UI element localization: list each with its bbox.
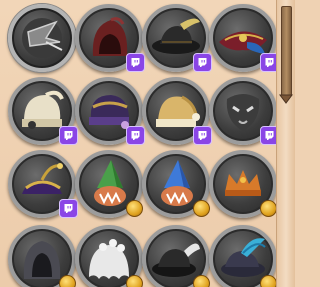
- twitch-logo-icon: [265, 131, 274, 140]
- twitch-logo-icon: [265, 58, 274, 67]
- hat-item[interactable]: [209, 150, 276, 218]
- twitch-badge-icon: [193, 126, 212, 145]
- hat-item[interactable]: [8, 77, 78, 145]
- twitch-logo-icon: [198, 131, 207, 140]
- twitch-badge-icon: [260, 126, 276, 145]
- twitch-logo-icon: [131, 58, 140, 67]
- ninja-mask-hat-icon: [22, 18, 63, 58]
- hat-item[interactable]: [142, 4, 212, 72]
- hat-item[interactable]: [142, 77, 212, 145]
- hat-item[interactable]: [209, 225, 276, 287]
- coin-badge-icon: [260, 275, 276, 287]
- hat-item[interactable]: [209, 4, 276, 72]
- twitch-logo-icon: [131, 131, 140, 140]
- coin-badge-icon: [59, 275, 76, 287]
- coin-badge-icon: [193, 275, 210, 287]
- twitch-logo-icon: [64, 131, 73, 140]
- hat-item[interactable]: [8, 150, 78, 218]
- hat-grid: [0, 0, 276, 287]
- twitch-badge-icon: [59, 199, 78, 218]
- scroll-down-arrow-icon[interactable]: [279, 94, 293, 104]
- hat-item[interactable]: [209, 77, 276, 145]
- hat-item[interactable]: [75, 4, 145, 72]
- hat-item[interactable]: [142, 150, 210, 218]
- twitch-badge-icon: [193, 53, 212, 72]
- hat-item[interactable]: [8, 4, 76, 72]
- twitch-badge-icon: [126, 126, 145, 145]
- twitch-logo-icon: [64, 204, 73, 213]
- coin-badge-icon: [126, 200, 143, 217]
- scrollbar-thumb[interactable]: [281, 6, 292, 96]
- twitch-badge-icon: [260, 53, 276, 72]
- hat-item[interactable]: [75, 150, 143, 218]
- coin-badge-icon: [126, 275, 143, 287]
- twitch-badge-icon: [126, 53, 145, 72]
- coin-badge-icon: [193, 200, 210, 217]
- twitch-logo-icon: [198, 58, 207, 67]
- hat-item[interactable]: [75, 77, 145, 145]
- twitch-badge-icon: [59, 126, 78, 145]
- hat-item[interactable]: [142, 225, 210, 287]
- scrollbar[interactable]: [276, 0, 295, 287]
- hat-item[interactable]: [8, 225, 76, 287]
- coin-badge-icon: [260, 200, 276, 217]
- hat-item[interactable]: [75, 225, 143, 287]
